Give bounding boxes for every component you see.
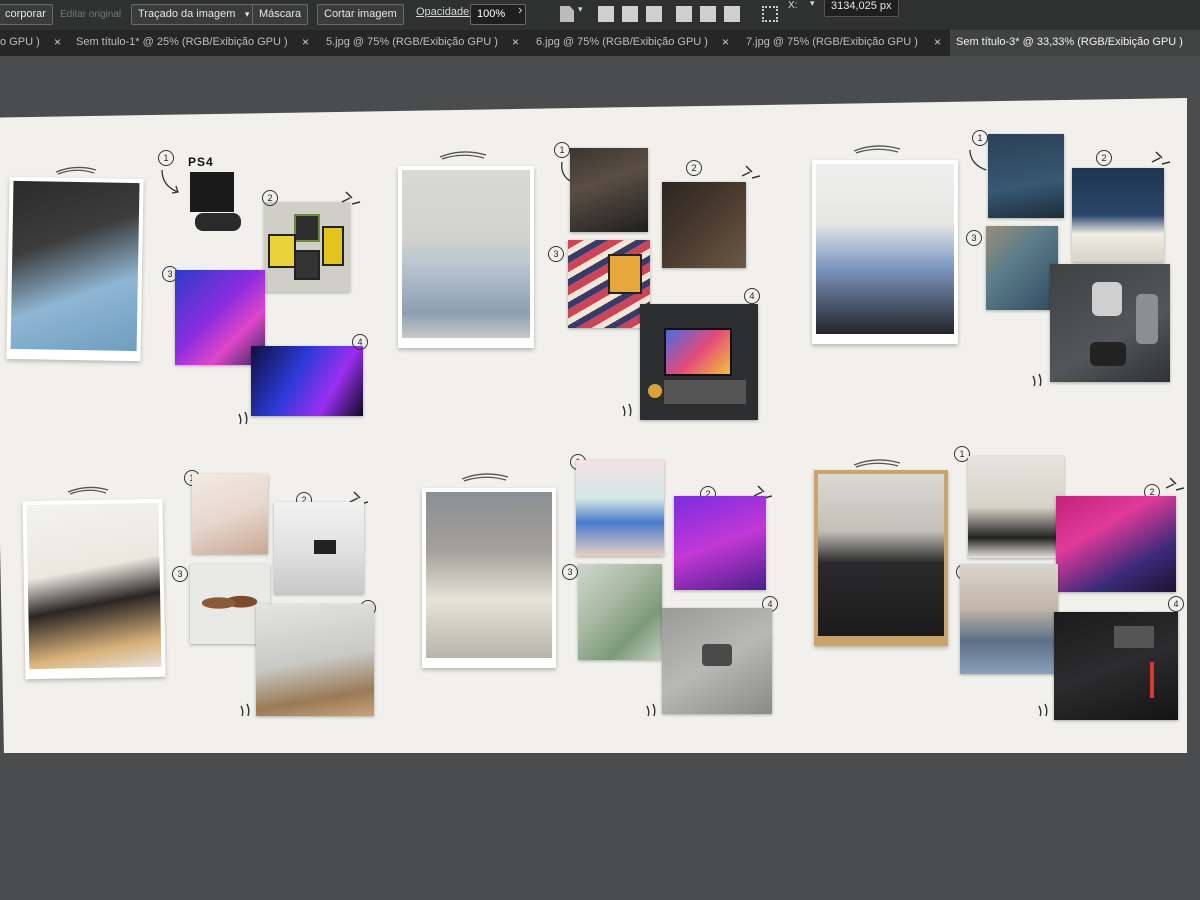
portrait-photo-camera (422, 488, 556, 668)
tab-sem-titulo-3[interactable]: Sem título-3* @ 33,33% (RGB/Exibição GPU… (950, 30, 1200, 56)
sparkle-icon (646, 703, 656, 717)
sparkle-icon (341, 191, 361, 205)
blue-office-image (988, 134, 1064, 218)
number-badge-3: 3 (562, 564, 578, 580)
gadgets-flatlay-image (640, 304, 758, 420)
number-badge-3: 3 (172, 566, 188, 582)
align-center-icon[interactable] (622, 6, 638, 22)
tape-scribble-icon (853, 459, 901, 468)
tape-scribble-icon (67, 486, 109, 495)
tape-scribble-icon (439, 151, 487, 160)
portrait-photo-laptop (22, 498, 166, 680)
close-icon[interactable]: × (512, 30, 519, 54)
close-icon[interactable]: × (302, 30, 309, 54)
phone-selfie-image (986, 226, 1058, 310)
number-badge-4: 4 (352, 334, 368, 350)
neon-gaming-room-image (1056, 496, 1176, 592)
tape-scribble-icon (853, 145, 901, 154)
tape-scribble-icon (55, 166, 97, 175)
pink-room-image (192, 474, 268, 554)
chevron-down-icon[interactable]: ▾ (578, 4, 583, 15)
tape-scribble-icon (461, 473, 509, 482)
number-badge-4: 4 (744, 288, 760, 304)
crop-image-button[interactable]: Cortar imagem (317, 4, 404, 25)
dark-gadgets-image (1054, 612, 1178, 720)
colorful-room-image (576, 460, 664, 556)
align-right-icon[interactable] (646, 6, 662, 22)
opacity-dropdown-icon[interactable]: › (518, 2, 522, 17)
number-badge-1: 1 (972, 130, 988, 146)
moodboard-artboard[interactable]: 1 PS4 2 3 4 1 2 3 4 1 2 3 2 3 2 3 4 1 2 … (0, 98, 1187, 753)
tech-accessories-image (1050, 264, 1170, 382)
portrait-photo-couple (814, 470, 948, 646)
incorporate-button[interactable]: corporar (0, 4, 53, 25)
image-trace-button[interactable]: Traçado da imagem ▾ (131, 4, 255, 25)
number-badge-1: 1 (554, 142, 570, 158)
x-coordinate-input[interactable]: 3134,025 px (824, 0, 899, 17)
align-bottom-icon[interactable] (724, 6, 740, 22)
controllers-image (195, 213, 241, 231)
opacity-label: Opacidade: (416, 6, 473, 18)
purple-setup-image (674, 496, 766, 590)
number-badge-3: 3 (548, 246, 564, 262)
arrow-icon (161, 169, 179, 194)
green-iphone-image (578, 564, 662, 660)
document-tab-bar: o GPU ) × Sem título-1* @ 25% (RGB/Exibi… (0, 30, 1200, 56)
living-room-image (968, 456, 1064, 558)
chevron-down-icon[interactable]: ▾ (810, 0, 815, 9)
desk-topdown-image (662, 182, 746, 268)
align-middle-icon[interactable] (700, 6, 716, 22)
arrow-icon (969, 149, 987, 171)
chevron-down-icon[interactable]: ▾ (245, 5, 250, 24)
tab-6-jpg[interactable]: 6.jpg @ 75% (RGB/Exibição GPU ) (530, 30, 732, 56)
tab-sem-titulo-1[interactable]: Sem título-1* @ 25% (RGB/Exibição GPU ) (70, 30, 312, 56)
plants-room-image (256, 604, 374, 716)
close-icon[interactable]: × (934, 30, 941, 54)
x-coordinate-label: X: (788, 0, 798, 11)
number-badge-2: 2 (686, 160, 702, 176)
control-bar: corporar Editar original Traçado da imag… (0, 0, 1200, 31)
ps4-label: PS4 (188, 155, 214, 169)
tab-7-jpg[interactable]: 7.jpg @ 75% (RGB/Exibição GPU ) (740, 30, 942, 56)
blue-bed-image (960, 564, 1058, 674)
headphones-image (662, 608, 772, 714)
tab-5-jpg[interactable]: 5.jpg @ 75% (RGB/Exibição GPU ) (320, 30, 504, 56)
ps4-console-image (190, 172, 234, 212)
align-left-icon[interactable] (598, 6, 614, 22)
portrait-photo-shirt (812, 160, 958, 344)
number-badge-4: 4 (1168, 596, 1184, 612)
tab-gpu[interactable]: o GPU ) (0, 30, 58, 56)
close-icon[interactable]: × (722, 30, 729, 54)
number-badge-2: 2 (1096, 150, 1112, 166)
sparkle-icon (240, 703, 250, 717)
minecraft-frames-image (264, 202, 350, 292)
white-desk-image (274, 502, 364, 594)
sparkle-icon (1038, 703, 1048, 717)
mask-button[interactable]: Máscara (252, 4, 309, 25)
neon-room-image (251, 346, 363, 416)
align-top-icon[interactable] (676, 6, 692, 22)
sparkle-icon (622, 403, 632, 417)
image-trace-label: Traçado da imagem (138, 8, 236, 20)
close-icon[interactable]: × (54, 30, 61, 54)
edit-original-button[interactable]: Editar original (60, 9, 121, 20)
sparkle-icon (1032, 373, 1042, 387)
navy-bedroom-image (1072, 168, 1164, 262)
number-badge-1: 1 (158, 150, 174, 166)
number-badge-3: 3 (966, 230, 982, 246)
document-icon[interactable] (560, 6, 574, 22)
tablet-striped-image (568, 240, 650, 328)
sparkle-icon (1165, 477, 1184, 491)
sparkle-icon (741, 165, 760, 179)
desk-room-image (570, 148, 648, 232)
portrait-photo-gamer (6, 176, 144, 362)
portrait-photo-overalls (398, 166, 534, 348)
number-badge-2: 2 (262, 190, 278, 206)
transform-grid-icon[interactable] (762, 6, 778, 22)
sparkle-icon (238, 411, 248, 425)
